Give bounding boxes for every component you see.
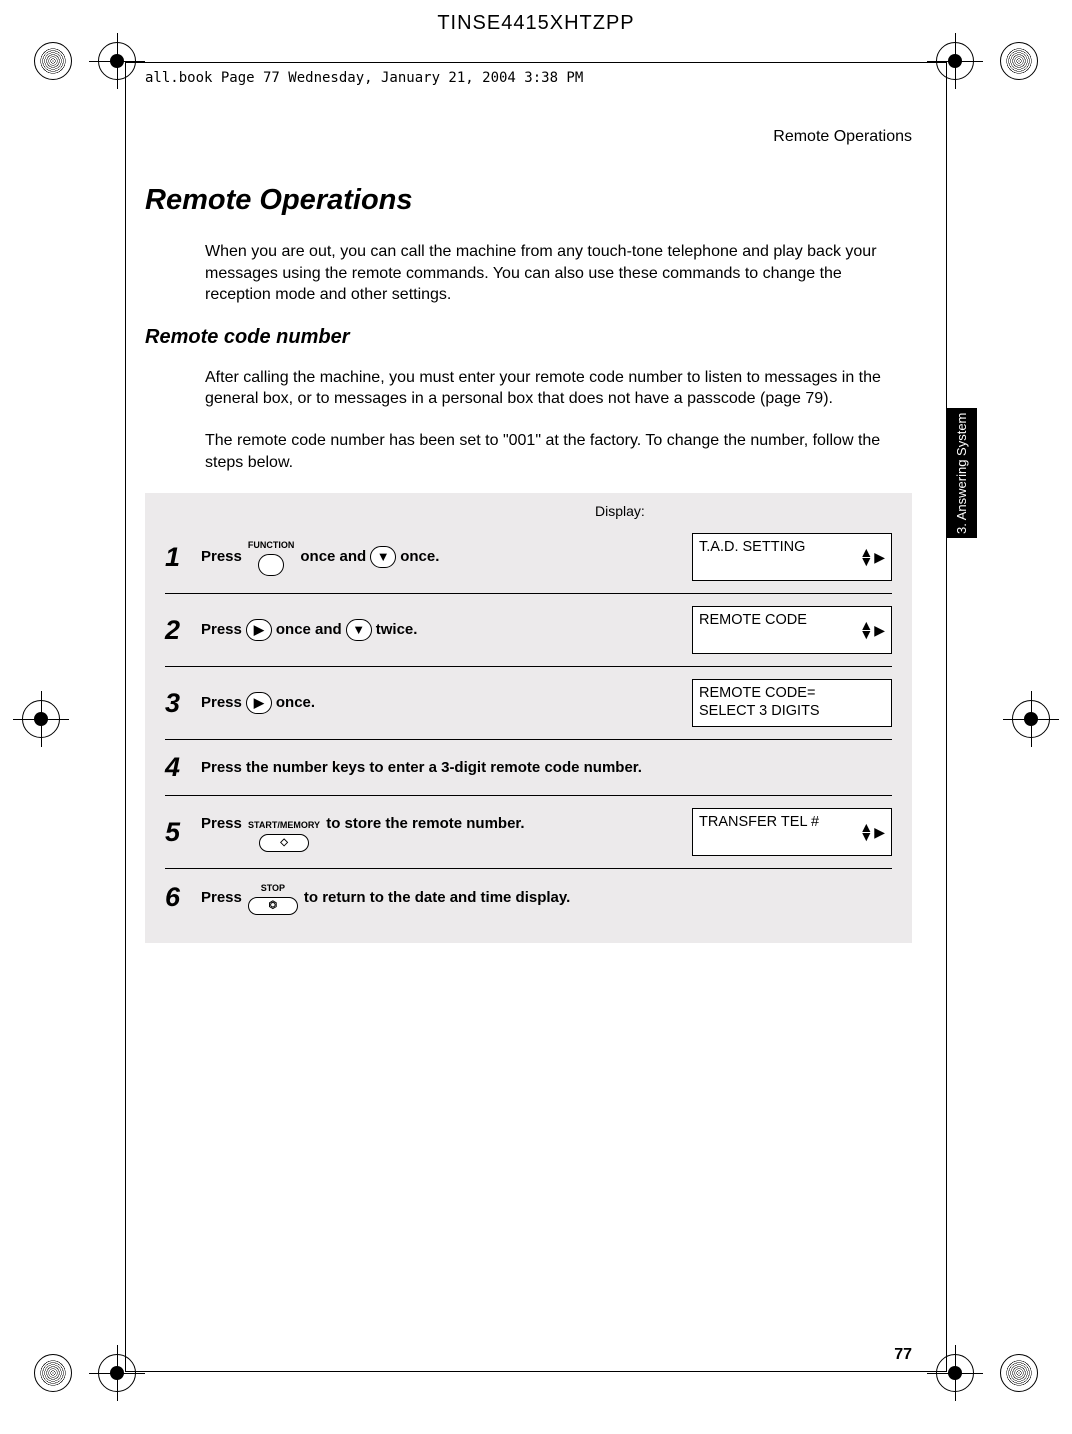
nav-arrows-icon: ▲▼▶ xyxy=(859,823,885,841)
right-key-icon: ▶ xyxy=(246,619,272,641)
step-row: 3 Press ▶ once. REMOTE CODE= SELECT 3 DI… xyxy=(165,667,892,740)
step-number: 5 xyxy=(165,817,201,848)
step-row: 4 Press the number keys to enter a 3-dig… xyxy=(165,740,892,796)
display-readout: T.A.D. SETTING ▲▼▶ xyxy=(692,533,892,581)
step-text: Press ▶ once and ▼ twice. xyxy=(201,618,692,642)
running-head: Remote Operations xyxy=(773,128,912,146)
crop-mark-br xyxy=(1000,1354,1038,1392)
nav-arrows-icon: ▲▼▶ xyxy=(859,621,885,639)
step-text: Press ▶ once. xyxy=(201,691,692,715)
crop-mark-tr xyxy=(1000,42,1038,80)
right-key-icon: ▶ xyxy=(246,692,272,714)
nav-arrows-icon: ▲▼▶ xyxy=(859,548,885,566)
step-row: 6 Press STOP ⏣ to return to the date and… xyxy=(165,869,892,926)
page-title: Remote Operations xyxy=(145,184,912,217)
step-number: 6 xyxy=(165,882,201,913)
step-text: Press START/MEMORY ◇ to store the remote… xyxy=(201,812,561,851)
crop-mark-tl xyxy=(34,42,72,80)
function-key-icon xyxy=(258,554,284,576)
step-text: Press STOP ⏣ to return to the date and t… xyxy=(201,881,892,914)
document-code-header: TINSE4415XHTZPP xyxy=(0,0,1072,35)
display-readout: TRANSFER TEL # ▲▼▶ xyxy=(692,808,892,856)
paragraph-2: The remote code number has been set to "… xyxy=(205,430,892,473)
step-number: 4 xyxy=(165,752,201,783)
stop-key-icon: ⏣ xyxy=(248,897,298,915)
display-readout: REMOTE CODE= SELECT 3 DIGITS xyxy=(692,679,892,727)
step-text: Press the number keys to enter a 3-digit… xyxy=(201,756,892,780)
step-number: 2 xyxy=(165,615,201,646)
crop-mark-bl xyxy=(34,1354,72,1392)
start-memory-key-icon: ◇ xyxy=(259,834,309,852)
steps-box: Display: 1 Press FUNCTION once and ▼ onc… xyxy=(145,493,912,942)
page-number: 77 xyxy=(894,1346,912,1364)
down-key-icon: ▼ xyxy=(346,619,372,641)
content-area: Remote Operations When you are out, you … xyxy=(145,184,912,1334)
step-number: 3 xyxy=(165,688,201,719)
intro-text: When you are out, you can call the machi… xyxy=(205,241,892,306)
step-number: 1 xyxy=(165,542,201,573)
step-row: 5 Press START/MEMORY ◇ to store the remo… xyxy=(165,796,892,869)
registration-mark-mr xyxy=(1012,700,1050,738)
section-heading: Remote code number xyxy=(145,326,912,349)
registration-mark-ml xyxy=(22,700,60,738)
function-key: FUNCTION xyxy=(248,538,295,575)
step-row: 2 Press ▶ once and ▼ twice. REMOTE CODE … xyxy=(165,594,892,667)
down-key-icon: ▼ xyxy=(370,546,396,568)
stop-key: STOP ⏣ xyxy=(248,881,298,914)
step-text: Press FUNCTION once and ▼ once. xyxy=(201,538,692,575)
book-file-meta: all.book Page 77 Wednesday, January 21, … xyxy=(145,70,583,86)
display-label: Display: xyxy=(595,503,892,519)
display-readout: REMOTE CODE ▲▼▶ xyxy=(692,606,892,654)
chapter-tab: 3. Answering System xyxy=(947,408,977,538)
step-row: 1 Press FUNCTION once and ▼ once. T.A.D.… xyxy=(165,521,892,594)
start-memory-key: START/MEMORY ◇ xyxy=(248,818,320,851)
paragraph-1: After calling the machine, you must ente… xyxy=(205,367,892,410)
